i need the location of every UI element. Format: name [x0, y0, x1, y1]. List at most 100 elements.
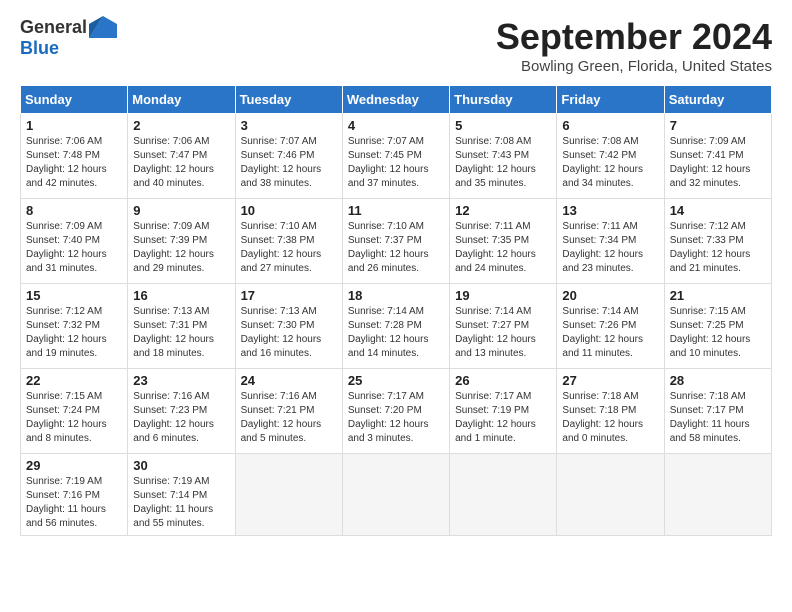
calendar-header-sunday: Sunday — [21, 86, 128, 114]
day-info: Sunrise: 7:13 AM Sunset: 7:31 PM Dayligh… — [133, 305, 229, 361]
calendar-day-cell — [664, 454, 771, 536]
calendar-week-row: 15Sunrise: 7:12 AM Sunset: 7:32 PM Dayli… — [21, 284, 772, 369]
day-info: Sunrise: 7:06 AM Sunset: 7:47 PM Dayligh… — [133, 135, 229, 191]
calendar-day-cell: 18 Sunrise: 7:14 AM Sunset: 7:28 PM Dayli… — [342, 284, 449, 369]
calendar-day-cell: 29 Sunrise: 7:19 AM Sunset: 7:16 PM Dayli… — [21, 454, 128, 536]
day-number: 3 — [241, 118, 337, 133]
calendar-header-saturday: Saturday — [664, 86, 771, 114]
day-info: Sunrise: 7:08 AM Sunset: 7:43 PM Dayligh… — [455, 135, 551, 191]
day-info: Sunrise: 7:17 AM Sunset: 7:20 PM Dayligh… — [348, 390, 444, 446]
day-number: 12 — [455, 203, 551, 218]
day-info: Sunrise: 7:10 AM Sunset: 7:38 PM Dayligh… — [241, 220, 337, 276]
day-info: Sunrise: 7:11 AM Sunset: 7:34 PM Dayligh… — [562, 220, 658, 276]
day-number: 16 — [133, 288, 229, 303]
calendar-header-wednesday: Wednesday — [342, 86, 449, 114]
calendar-day-cell: 7Sunrise: 7:09 AM Sunset: 7:41 PM Daylig… — [664, 114, 771, 199]
day-info: Sunrise: 7:15 AM Sunset: 7:25 PM Dayligh… — [670, 305, 766, 361]
calendar-day-cell: 8 Sunrise: 7:09 AM Sunset: 7:40 PM Daylig… — [21, 199, 128, 284]
day-info: Sunrise: 7:16 AM Sunset: 7:21 PM Dayligh… — [241, 390, 337, 446]
day-info: Sunrise: 7:18 AM Sunset: 7:17 PM Dayligh… — [670, 390, 766, 446]
calendar-week-row: 22 Sunrise: 7:15 AM Sunset: 7:24 PM Dayli… — [21, 369, 772, 454]
calendar-day-cell: 15Sunrise: 7:12 AM Sunset: 7:32 PM Dayli… — [21, 284, 128, 369]
calendar-day-cell: 6 Sunrise: 7:08 AM Sunset: 7:42 PM Daylig… — [557, 114, 664, 199]
day-number: 18 — [348, 288, 444, 303]
day-number: 9 — [133, 203, 229, 218]
day-info: Sunrise: 7:08 AM Sunset: 7:42 PM Dayligh… — [562, 135, 658, 191]
calendar-day-cell: 4 Sunrise: 7:07 AM Sunset: 7:45 PM Daylig… — [342, 114, 449, 199]
calendar-day-cell: 30 Sunrise: 7:19 AM Sunset: 7:14 PM Dayli… — [128, 454, 235, 536]
day-info: Sunrise: 7:11 AM Sunset: 7:35 PM Dayligh… — [455, 220, 551, 276]
calendar-day-cell: 9 Sunrise: 7:09 AM Sunset: 7:39 PM Daylig… — [128, 199, 235, 284]
day-number: 25 — [348, 373, 444, 388]
day-info: Sunrise: 7:17 AM Sunset: 7:19 PM Dayligh… — [455, 390, 551, 446]
day-number: 8 — [26, 203, 122, 218]
day-info: Sunrise: 7:14 AM Sunset: 7:28 PM Dayligh… — [348, 305, 444, 361]
day-info: Sunrise: 7:19 AM Sunset: 7:16 PM Dayligh… — [26, 475, 122, 531]
day-info: Sunrise: 7:14 AM Sunset: 7:27 PM Dayligh… — [455, 305, 551, 361]
page-header: General Blue September 2024 Bowling Gree… — [20, 16, 772, 75]
calendar-day-cell: 17 Sunrise: 7:13 AM Sunset: 7:30 PM Dayli… — [235, 284, 342, 369]
day-number: 24 — [241, 373, 337, 388]
location-title: Bowling Green, Florida, United States — [496, 58, 772, 75]
day-number: 6 — [562, 118, 658, 133]
day-number: 11 — [348, 203, 444, 218]
calendar-day-cell: 28Sunrise: 7:18 AM Sunset: 7:17 PM Dayli… — [664, 369, 771, 454]
logo-blue: Blue — [20, 38, 59, 59]
calendar-day-cell: 22 Sunrise: 7:15 AM Sunset: 7:24 PM Dayli… — [21, 369, 128, 454]
calendar-day-cell — [342, 454, 449, 536]
day-number: 23 — [133, 373, 229, 388]
day-info: Sunrise: 7:19 AM Sunset: 7:14 PM Dayligh… — [133, 475, 229, 531]
calendar-day-cell: 12 Sunrise: 7:11 AM Sunset: 7:35 PM Dayli… — [450, 199, 557, 284]
day-number: 20 — [562, 288, 658, 303]
day-info: Sunrise: 7:18 AM Sunset: 7:18 PM Dayligh… — [562, 390, 658, 446]
day-number: 30 — [133, 458, 229, 473]
calendar-day-cell: 25 Sunrise: 7:17 AM Sunset: 7:20 PM Dayli… — [342, 369, 449, 454]
day-number: 29 — [26, 458, 122, 473]
day-info: Sunrise: 7:16 AM Sunset: 7:23 PM Dayligh… — [133, 390, 229, 446]
calendar-body: 1 Sunrise: 7:06 AM Sunset: 7:48 PM Daylig… — [21, 114, 772, 536]
calendar-day-cell: 24 Sunrise: 7:16 AM Sunset: 7:21 PM Dayli… — [235, 369, 342, 454]
day-number: 2 — [133, 118, 229, 133]
calendar-day-cell: 21 Sunrise: 7:15 AM Sunset: 7:25 PM Dayli… — [664, 284, 771, 369]
day-info: Sunrise: 7:10 AM Sunset: 7:37 PM Dayligh… — [348, 220, 444, 276]
logo-icon — [89, 16, 117, 38]
calendar-header-friday: Friday — [557, 86, 664, 114]
day-number: 1 — [26, 118, 122, 133]
calendar-table: SundayMondayTuesdayWednesdayThursdayFrid… — [20, 85, 772, 536]
calendar-day-cell: 19Sunrise: 7:14 AM Sunset: 7:27 PM Dayli… — [450, 284, 557, 369]
logo: General Blue — [20, 16, 117, 59]
day-number: 17 — [241, 288, 337, 303]
day-info: Sunrise: 7:12 AM Sunset: 7:33 PM Dayligh… — [670, 220, 766, 276]
calendar-day-cell: 23 Sunrise: 7:16 AM Sunset: 7:23 PM Dayli… — [128, 369, 235, 454]
day-number: 13 — [562, 203, 658, 218]
calendar-day-cell — [557, 454, 664, 536]
calendar-header-thursday: Thursday — [450, 86, 557, 114]
day-info: Sunrise: 7:07 AM Sunset: 7:45 PM Dayligh… — [348, 135, 444, 191]
day-number: 15 — [26, 288, 122, 303]
day-number: 22 — [26, 373, 122, 388]
day-info: Sunrise: 7:09 AM Sunset: 7:40 PM Dayligh… — [26, 220, 122, 276]
day-number: 5 — [455, 118, 551, 133]
day-info: Sunrise: 7:15 AM Sunset: 7:24 PM Dayligh… — [26, 390, 122, 446]
calendar-day-cell: 3 Sunrise: 7:07 AM Sunset: 7:46 PM Daylig… — [235, 114, 342, 199]
day-number: 10 — [241, 203, 337, 218]
calendar-day-cell: 14Sunrise: 7:12 AM Sunset: 7:33 PM Dayli… — [664, 199, 771, 284]
title-area: September 2024 Bowling Green, Florida, U… — [496, 16, 772, 75]
day-info: Sunrise: 7:14 AM Sunset: 7:26 PM Dayligh… — [562, 305, 658, 361]
day-info: Sunrise: 7:13 AM Sunset: 7:30 PM Dayligh… — [241, 305, 337, 361]
day-info: Sunrise: 7:09 AM Sunset: 7:39 PM Dayligh… — [133, 220, 229, 276]
calendar-week-row: 8 Sunrise: 7:09 AM Sunset: 7:40 PM Daylig… — [21, 199, 772, 284]
day-number: 4 — [348, 118, 444, 133]
calendar-day-cell: 20 Sunrise: 7:14 AM Sunset: 7:26 PM Dayli… — [557, 284, 664, 369]
month-title: September 2024 — [496, 16, 772, 58]
day-info: Sunrise: 7:06 AM Sunset: 7:48 PM Dayligh… — [26, 135, 122, 191]
calendar-header-tuesday: Tuesday — [235, 86, 342, 114]
day-info: Sunrise: 7:07 AM Sunset: 7:46 PM Dayligh… — [241, 135, 337, 191]
calendar-week-row: 29 Sunrise: 7:19 AM Sunset: 7:16 PM Dayli… — [21, 454, 772, 536]
day-number: 21 — [670, 288, 766, 303]
calendar-day-cell: 1 Sunrise: 7:06 AM Sunset: 7:48 PM Daylig… — [21, 114, 128, 199]
calendar-day-cell — [450, 454, 557, 536]
calendar-day-cell: 11 Sunrise: 7:10 AM Sunset: 7:37 PM Dayli… — [342, 199, 449, 284]
calendar-week-row: 1 Sunrise: 7:06 AM Sunset: 7:48 PM Daylig… — [21, 114, 772, 199]
calendar-day-cell: 16 Sunrise: 7:13 AM Sunset: 7:31 PM Dayli… — [128, 284, 235, 369]
